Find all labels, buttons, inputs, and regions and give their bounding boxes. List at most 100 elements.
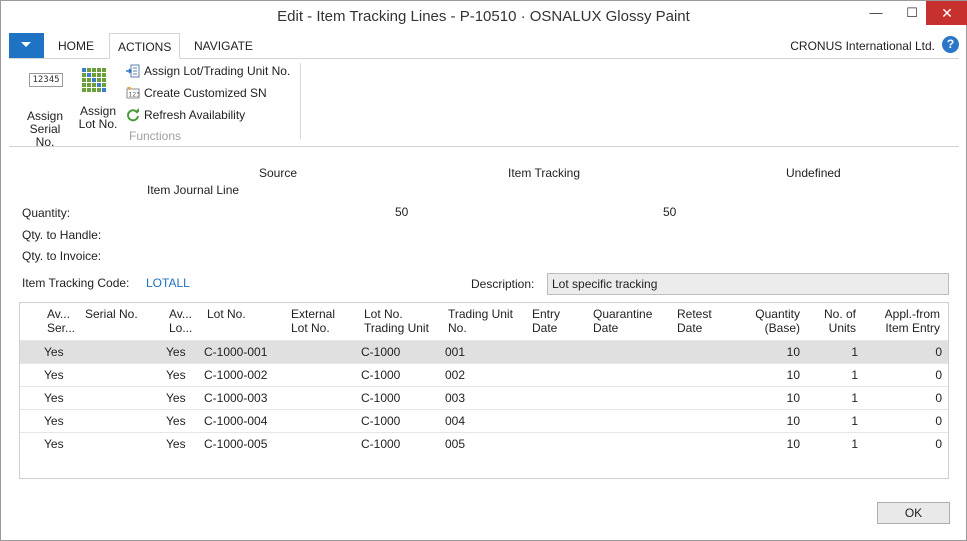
assign-lot-no-button[interactable]: Assign Lot No.	[77, 63, 119, 131]
assign-lot-trading-unit-button[interactable]: Assign Lot/Trading Unit No.	[126, 62, 290, 80]
cell-lot-no: C-1000-002	[204, 368, 268, 382]
cell-trading-unit-no: 001	[445, 345, 466, 359]
cell-avail-lot: Yes	[166, 345, 186, 359]
cell-quantity-base: 10	[786, 414, 800, 428]
create-customized-sn-button[interactable]: 123 Create Customized SN	[126, 84, 267, 102]
cell-avail-serial: Yes	[44, 391, 64, 405]
title-bar: Edit - Item Tracking Lines - P-10510 · O…	[1, 1, 967, 32]
cell-quantity-base: 10	[786, 437, 800, 451]
item-tracking-code-link[interactable]: LOTALL	[146, 276, 190, 290]
chevron-down-icon	[21, 42, 31, 47]
col-appl-from-item-entry[interactable]: Appl.-from Item Entry	[866, 307, 940, 335]
help-icon[interactable]: ?	[942, 36, 959, 53]
table-row[interactable]: Yes Yes C-1000-001 C-1000 001 10 1 0	[20, 340, 948, 363]
cell-lot-no: C-1000-001	[204, 345, 268, 359]
col-quantity-base[interactable]: Quantity (Base)	[736, 307, 800, 335]
cell-trading-unit-no: 002	[445, 368, 466, 382]
source-subheader: Item Journal Line	[147, 183, 240, 197]
ok-button[interactable]: OK	[877, 502, 950, 524]
col-entry-date[interactable]: Entry Date	[532, 307, 560, 335]
cell-trading-unit-no: 003	[445, 391, 466, 405]
cell-lot-no-trading-unit: C-1000	[361, 437, 401, 451]
group-separator	[300, 63, 301, 139]
assign-serial-no-button[interactable]: 12345 Assign Serial No.	[19, 63, 71, 149]
svg-text:123: 123	[129, 92, 141, 99]
quantity-label: Quantity:	[22, 206, 71, 220]
cell-no-of-units: 1	[851, 345, 858, 359]
cell-lot-no-trading-unit: C-1000	[361, 391, 401, 405]
col-external-lot-no[interactable]: External Lot No.	[291, 307, 335, 335]
col-retest-date[interactable]: Retest Date	[677, 307, 712, 335]
cell-lot-no: C-1000-005	[204, 437, 268, 451]
source-column-header: Source	[259, 166, 298, 180]
cell-appl-from-item-entry: 0	[935, 345, 942, 359]
col-avail-serial[interactable]: Av... Ser...	[47, 307, 75, 335]
ribbon-tabs: HOME ACTIONS NAVIGATE CRONUS Internation…	[9, 33, 959, 59]
col-avail-lot[interactable]: Av... Lo...	[169, 307, 192, 335]
item-tracking-code-label: Item Tracking Code:	[22, 276, 130, 290]
cell-lot-no-trading-unit: C-1000	[361, 368, 401, 382]
assign-lot-label-2: Lot No.	[78, 117, 118, 131]
cell-trading-unit-no: 004	[445, 414, 466, 428]
cell-no-of-units: 1	[851, 437, 858, 451]
cell-avail-serial: Yes	[44, 345, 64, 359]
tab-home[interactable]: HOME	[50, 33, 102, 59]
company-name: CRONUS International Ltd.	[790, 39, 935, 53]
cell-appl-from-item-entry: 0	[935, 368, 942, 382]
cell-avail-lot: Yes	[166, 368, 186, 382]
cell-no-of-units: 1	[851, 368, 858, 382]
col-lot-no[interactable]: Lot No.	[207, 307, 246, 321]
app-menu-button[interactable]	[9, 33, 44, 58]
col-trading-unit-no[interactable]: Trading Unit No.	[448, 307, 513, 335]
cell-avail-serial: Yes	[44, 414, 64, 428]
cell-avail-lot: Yes	[166, 391, 186, 405]
table-row[interactable]: Yes Yes C-1000-005 C-1000 005 10 1 0	[20, 432, 948, 455]
refresh-availability-label: Refresh Availability	[144, 108, 246, 122]
tracking-lines-grid: Av... Ser... Serial No. Av... Lo... Lot No…	[19, 302, 949, 479]
cell-trading-unit-no: 005	[445, 437, 466, 451]
maximize-button[interactable]: ☐	[895, 1, 929, 25]
cell-avail-serial: Yes	[44, 368, 64, 382]
table-row[interactable]: Yes Yes C-1000-002 C-1000 002 10 1 0	[20, 363, 948, 386]
qty-to-invoice-label: Qty. to Invoice:	[22, 249, 102, 263]
assign-lot-trading-unit-label: Assign Lot/Trading Unit No.	[144, 64, 291, 78]
table-row[interactable]: Yes Yes C-1000-004 C-1000 004 10 1 0	[20, 409, 948, 432]
cell-avail-serial: Yes	[44, 437, 64, 451]
refresh-availability-button[interactable]: Refresh Availability	[126, 106, 245, 124]
refresh-icon	[127, 108, 139, 122]
qty-to-handle-label: Qty. to Handle:	[22, 228, 102, 242]
tab-navigate[interactable]: NAVIGATE	[186, 33, 261, 59]
cell-avail-lot: Yes	[166, 414, 186, 428]
cell-lot-no-trading-unit: C-1000	[361, 414, 401, 428]
dialog-window: Edit - Item Tracking Lines - P-10510 · O…	[0, 0, 967, 541]
cell-lot-no: C-1000-003	[204, 391, 268, 405]
assign-lot-icon	[126, 64, 140, 78]
item-tracking-column-header: Item Tracking	[508, 166, 581, 180]
cell-quantity-base: 10	[786, 391, 800, 405]
table-row[interactable]: Yes Yes C-1000-003 C-1000 003 10 1 0	[20, 386, 948, 409]
create-customized-sn-label: Create Customized SN	[144, 86, 267, 100]
cell-appl-from-item-entry: 0	[935, 414, 942, 428]
description-label: Description:	[471, 277, 535, 291]
col-lot-no-trading-unit[interactable]: Lot No. Trading Unit	[364, 307, 429, 335]
col-quarantine-date[interactable]: Quarantine Date	[593, 307, 652, 335]
functions-group-label: Functions	[129, 129, 182, 143]
col-no-of-units[interactable]: No. of Units	[806, 307, 856, 335]
cell-no-of-units: 1	[851, 414, 858, 428]
minimize-button[interactable]: —	[859, 1, 893, 25]
quantity-tracking-value: 50	[663, 205, 677, 219]
cell-lot-no-trading-unit: C-1000	[361, 345, 401, 359]
cell-avail-lot: Yes	[166, 437, 186, 451]
lot-grid-icon	[82, 68, 114, 100]
ribbon-body: 12345 Assign Serial No. Assign Lot No. A…	[9, 59, 959, 149]
quantity-source-value: 50	[395, 205, 409, 219]
tab-actions[interactable]: ACTIONS	[109, 33, 181, 59]
cell-appl-from-item-entry: 0	[935, 437, 942, 451]
create-sn-icon: 123	[126, 87, 141, 99]
col-serial-no[interactable]: Serial No.	[85, 307, 138, 321]
close-button[interactable]: ✕	[926, 1, 967, 25]
grid-header: Av... Ser... Serial No. Av... Lo... Lot No…	[20, 303, 948, 341]
undefined-column-header: Undefined	[786, 166, 841, 180]
cell-quantity-base: 10	[786, 345, 800, 359]
description-field[interactable]: Lot specific tracking	[547, 273, 949, 295]
